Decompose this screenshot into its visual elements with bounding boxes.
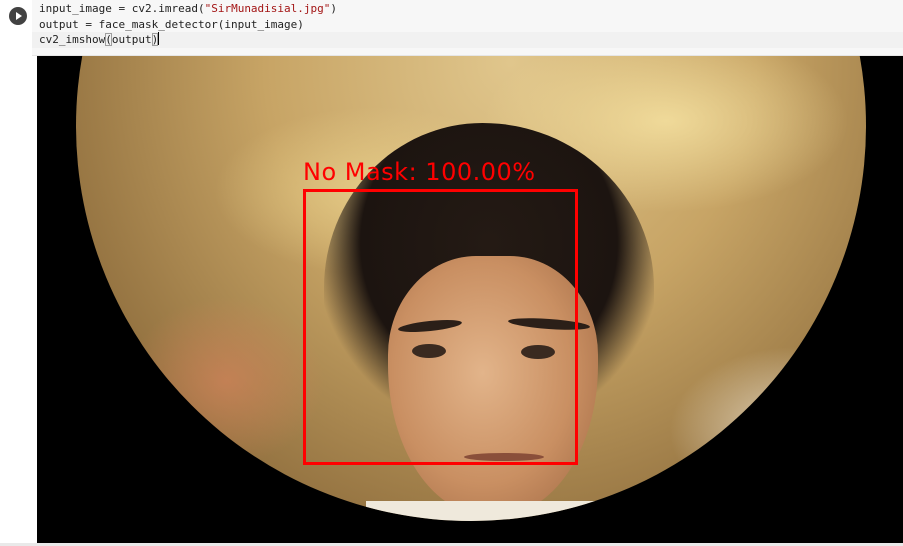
code-line-1: input_image = cv2.imread("SirMunadisial.… <box>39 1 337 17</box>
code-text: input_image = cv2.imread( <box>39 2 205 15</box>
face-bounding-box <box>303 189 578 465</box>
matching-bracket: ) <box>151 33 159 46</box>
play-icon <box>16 12 22 20</box>
detection-label: No Mask: 100.00% <box>303 158 536 186</box>
photo-shirt <box>366 501 666 521</box>
code-text: cv2_imshow <box>39 33 106 46</box>
cell-gutter <box>0 0 37 546</box>
code-editor[interactable]: input_image = cv2.imread("SirMunadisial.… <box>32 0 903 56</box>
code-text: output = face_mask_detector(input_image) <box>39 18 304 31</box>
text-cursor <box>158 32 160 45</box>
code-text: ) <box>330 2 338 15</box>
current-line-highlight <box>32 32 903 48</box>
code-line-3: cv2_imshow(output) <box>39 32 160 48</box>
run-cell-button[interactable] <box>9 7 27 25</box>
code-line-2: output = face_mask_detector(input_image) <box>39 17 304 33</box>
notebook-code-cell: input_image = cv2.imread("SirMunadisial.… <box>0 0 903 546</box>
code-text: output <box>111 33 152 46</box>
matching-bracket: ( <box>105 33 112 46</box>
string-literal: "SirMunadisial.jpg" <box>204 2 331 15</box>
